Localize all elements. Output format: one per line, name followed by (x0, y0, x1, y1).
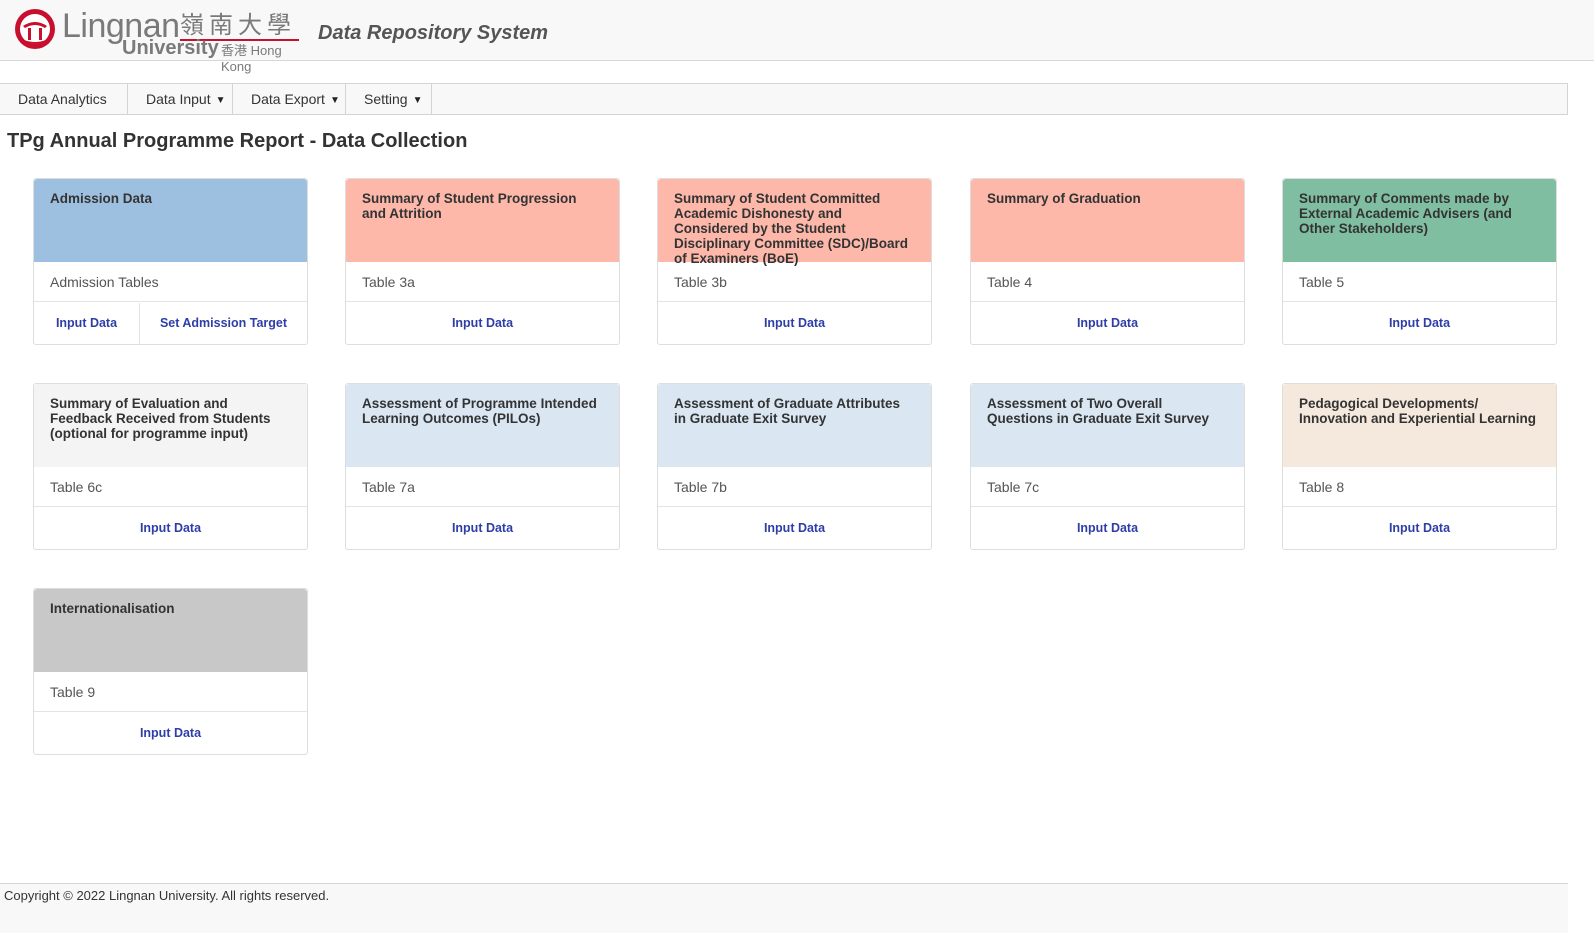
set-admission-target-button[interactable]: Set Admission Target (140, 303, 307, 344)
card-table-9: Internationalisation Table 9 Input Data (33, 588, 308, 755)
input-data-button[interactable]: Input Data (971, 508, 1244, 549)
input-data-button[interactable]: Input Data (971, 303, 1244, 344)
nav-item-setting[interactable]: Setting ▼ (346, 84, 432, 114)
logo-text-hongkong: 香港 Hong Kong (221, 43, 282, 74)
card-table-name: Admission Tables (34, 262, 307, 302)
input-data-button[interactable]: Input Data (34, 713, 307, 754)
card-actions: Input Data (658, 508, 931, 549)
card-admission-data: Admission Data Admission Tables Input Da… (33, 178, 308, 345)
input-data-button[interactable]: Input Data (658, 303, 931, 344)
card-actions: Input Data (34, 713, 307, 754)
card-actions: Input Data (971, 508, 1244, 549)
card-table-name: Table 3b (658, 262, 931, 302)
card-actions: Input Data (1283, 508, 1556, 549)
input-data-button[interactable]: Input Data (1283, 508, 1556, 549)
nav-item-data-export[interactable]: Data Export ▼ (233, 84, 346, 114)
page-title: TPg Annual Programme Report - Data Colle… (7, 130, 468, 152)
card-actions: Input Data (346, 508, 619, 549)
card-title: Summary of Student Progression and Attri… (346, 179, 619, 262)
card-actions: Input Data Set Admission Target (34, 303, 307, 344)
caret-down-icon: ▼ (329, 95, 340, 106)
card-title: Pedagogical Developments/ Innovation and… (1283, 384, 1556, 467)
card-actions: Input Data (346, 303, 619, 344)
input-data-button[interactable]: Input Data (346, 508, 619, 549)
card-table-name: Table 7b (658, 467, 931, 507)
card-table-name: Table 3a (346, 262, 619, 302)
system-title: Data Repository System (318, 22, 549, 44)
card-title: Summary of Comments made by External Aca… (1283, 179, 1556, 262)
nav-item-label: Setting (364, 91, 408, 107)
card-title: Summary of Evaluation and Feedback Recei… (34, 384, 307, 467)
card-table-6c: Summary of Evaluation and Feedback Recei… (33, 383, 308, 550)
card-title: Summary of Student Committed Academic Di… (658, 179, 931, 266)
app-header: Lingnan 嶺南大學 University 香港 Hong Kong Dat… (0, 0, 1594, 74)
card-table-name: Table 6c (34, 467, 307, 507)
card-table-name: Table 9 (34, 672, 307, 712)
logo-text-university: University (122, 37, 219, 59)
lingnan-emblem-icon (15, 9, 55, 49)
copyright-text: Copyright © 2022 Lingnan University. All… (4, 888, 330, 903)
card-title: Admission Data (34, 179, 307, 262)
nav-item-data-input[interactable]: Data Input ▼ (128, 84, 233, 114)
nav-item-data-analytics[interactable]: Data Analytics (0, 84, 128, 114)
card-title: Summary of Graduation (971, 179, 1244, 262)
caret-down-icon: ▼ (412, 95, 423, 106)
input-data-button[interactable]: Input Data (34, 508, 307, 549)
card-table-name: Table 7a (346, 467, 619, 507)
lingnan-logo[interactable]: Lingnan 嶺南大學 University 香港 Hong Kong (14, 6, 304, 74)
card-title: Assessment of Two Overall Questions in G… (971, 384, 1244, 467)
card-actions: Input Data (658, 303, 931, 344)
nav-item-label: Data Export (251, 91, 325, 107)
nav-item-label: Data Input (146, 91, 211, 107)
card-title: Internationalisation (34, 589, 307, 672)
input-data-button[interactable]: Input Data (1283, 303, 1556, 344)
card-table-name: Table 8 (1283, 467, 1556, 507)
card-table-4: Summary of Graduation Table 4 Input Data (970, 178, 1245, 345)
input-data-button[interactable]: Input Data (34, 303, 140, 344)
card-table-3a: Summary of Student Progression and Attri… (345, 178, 620, 345)
page-footer: Copyright © 2022 Lingnan University. All… (0, 883, 1568, 933)
card-actions: Input Data (1283, 303, 1556, 344)
card-title: Assessment of Graduate Attributes in Gra… (658, 384, 931, 467)
card-table-5: Summary of Comments made by External Aca… (1282, 178, 1557, 345)
card-table-3b: Summary of Student Committed Academic Di… (657, 178, 932, 345)
card-actions: Input Data (971, 303, 1244, 344)
card-table-name: Table 5 (1283, 262, 1556, 302)
input-data-button[interactable]: Input Data (658, 508, 931, 549)
caret-down-icon: ▼ (215, 95, 226, 106)
card-title: Assessment of Programme Intended Learnin… (346, 384, 619, 467)
card-actions: Input Data (34, 508, 307, 549)
input-data-button[interactable]: Input Data (346, 303, 619, 344)
card-table-8: Pedagogical Developments/ Innovation and… (1282, 383, 1557, 550)
card-table-name: Table 4 (971, 262, 1244, 302)
card-table-name: Table 7c (971, 467, 1244, 507)
card-table-7c: Assessment of Two Overall Questions in G… (970, 383, 1245, 550)
card-table-7b: Assessment of Graduate Attributes in Gra… (657, 383, 932, 550)
nav-item-label: Data Analytics (18, 91, 107, 107)
main-navbar: Data Analytics Data Input ▼ Data Export ▼ … (0, 83, 1568, 115)
card-table-7a: Assessment of Programme Intended Learnin… (345, 383, 620, 550)
